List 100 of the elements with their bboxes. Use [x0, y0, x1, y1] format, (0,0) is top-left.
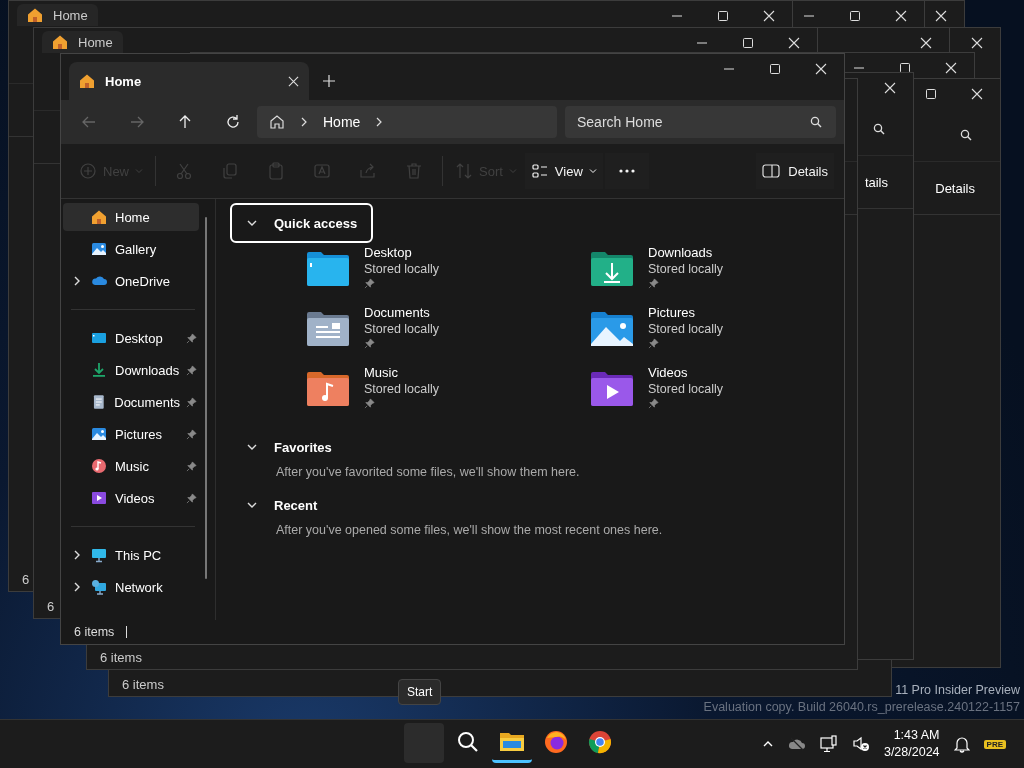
close-icon[interactable] — [763, 10, 775, 22]
close-icon[interactable] — [971, 37, 983, 49]
edition-text: 11 Pro Insider Preview — [895, 682, 1020, 699]
share-icon — [359, 162, 377, 180]
section-title[interactable]: Favorites — [274, 439, 332, 455]
tab[interactable]: Home — [69, 62, 309, 100]
home-icon — [27, 7, 43, 23]
folder-name[interactable]: Downloads — [648, 245, 713, 260]
folder-location: Stored locally — [364, 322, 440, 336]
item-count: 6 — [47, 598, 55, 614]
maximize-icon[interactable] — [849, 10, 861, 22]
empty-message: After you've opened some files, we'll show the most recent ones here. — [276, 523, 664, 537]
rename-icon — [313, 162, 331, 180]
details-label[interactable]: Details — [935, 180, 975, 196]
plus-icon — [323, 75, 335, 87]
sidebar-item[interactable]: Home — [63, 203, 199, 231]
documents-folder-icon[interactable] — [306, 311, 350, 347]
network-icon — [91, 579, 107, 595]
sidebar-item[interactable]: This PC — [63, 541, 199, 569]
caret-icon — [588, 167, 597, 175]
scrollbar[interactable] — [205, 217, 207, 579]
back-arrow-icon — [81, 114, 97, 130]
browser-icon — [588, 729, 612, 754]
folder-location: Stored locally — [364, 382, 440, 396]
picture-icon — [91, 241, 107, 257]
maximize-icon[interactable] — [717, 10, 729, 22]
folder-name[interactable]: Videos — [648, 365, 688, 380]
clipboard-icon — [267, 162, 285, 180]
close-icon[interactable] — [945, 62, 957, 74]
search-icon[interactable] — [960, 129, 972, 141]
up-arrow-icon — [177, 114, 193, 130]
sidebar-item[interactable]: Music — [63, 452, 199, 480]
maximize-icon[interactable] — [742, 37, 754, 49]
music-icon — [91, 458, 107, 474]
sort-icon — [455, 162, 473, 180]
tooltip: Start — [398, 679, 442, 705]
section-title[interactable]: Recent — [274, 497, 318, 513]
sidebar-item[interactable]: Gallery — [63, 235, 199, 263]
sidebar-item[interactable]: OneDrive — [63, 267, 199, 295]
sidebar-item[interactable]: Network — [63, 573, 199, 601]
preview-badge: PRE — [983, 739, 1006, 749]
close-icon[interactable] — [920, 37, 932, 49]
video-icon — [91, 490, 107, 506]
tab[interactable]: Home — [17, 4, 98, 26]
close-icon[interactable] — [935, 10, 947, 22]
close-icon — [815, 63, 827, 75]
home-icon — [91, 209, 107, 225]
bell-icon[interactable] — [953, 735, 970, 753]
cloud-off-icon[interactable] — [787, 737, 806, 751]
home-icon — [79, 73, 95, 89]
music-folder-icon[interactable] — [306, 371, 350, 407]
folder-location: Stored locally — [648, 262, 724, 276]
section-header[interactable]: Quick access — [230, 203, 374, 243]
desktop-folder-icon — [91, 330, 107, 346]
close-icon[interactable] — [288, 75, 299, 87]
folder-location: Stored locally — [364, 262, 440, 276]
item-count: 6 items — [100, 649, 142, 665]
folder-location: Stored locally — [648, 322, 724, 336]
monitor-icon — [91, 547, 107, 563]
clock-time[interactable]: 1:43 AM — [893, 727, 940, 744]
picture-icon — [91, 426, 107, 442]
pictures-folder-icon[interactable] — [590, 311, 634, 347]
folder-name[interactable]: Desktop — [364, 245, 412, 260]
sidebar-item[interactable]: Desktop — [63, 324, 199, 352]
chevron-right-icon — [299, 117, 309, 127]
details-label[interactable]: tails — [864, 174, 888, 190]
downloads-folder-icon[interactable] — [590, 251, 634, 287]
address-bar[interactable]: Home — [257, 106, 557, 138]
folder-location: Stored locally — [648, 382, 724, 396]
empty-message: After you've favorited some files, we'll show them here. — [276, 465, 581, 479]
item-count: 6 — [22, 571, 30, 587]
videos-folder-icon[interactable] — [590, 371, 634, 407]
sidebar-item[interactable]: Videos — [63, 484, 199, 512]
refresh-icon — [225, 114, 241, 130]
maximize-icon[interactable] — [925, 88, 937, 100]
item-count: 6 items — [74, 625, 115, 639]
build-text: Evaluation copy. Build 26040.rs_prerelease.240122-1157 — [703, 699, 1020, 716]
folder-name[interactable]: Music — [364, 365, 398, 380]
folder-name[interactable]: Pictures — [648, 305, 695, 320]
sidebar-item[interactable]: Documents — [63, 388, 199, 416]
clock-date[interactable]: 3/28/2024 — [883, 744, 940, 761]
sidebar-item[interactable]: Downloads — [63, 356, 199, 384]
close-icon[interactable] — [884, 82, 896, 94]
desktop-folder-icon[interactable] — [306, 251, 350, 287]
close-icon[interactable] — [788, 37, 800, 49]
search-icon — [457, 730, 479, 753]
folder-name[interactable]: Documents — [364, 305, 430, 320]
search-field[interactable]: Search Home — [565, 106, 836, 138]
breadcrumb[interactable]: Home — [323, 114, 361, 130]
tab[interactable]: Home — [42, 31, 123, 53]
close-icon[interactable] — [971, 88, 983, 100]
scissors-icon — [175, 162, 193, 180]
sidebar-item[interactable]: Pictures — [63, 420, 199, 448]
network-icon[interactable] — [819, 735, 838, 753]
home-icon — [52, 34, 68, 50]
volume-muted-icon[interactable] — [851, 735, 870, 753]
search-icon[interactable] — [873, 123, 885, 135]
item-count: 6 items — [122, 676, 164, 692]
browser-icon — [544, 729, 568, 754]
close-icon[interactable] — [895, 10, 907, 22]
